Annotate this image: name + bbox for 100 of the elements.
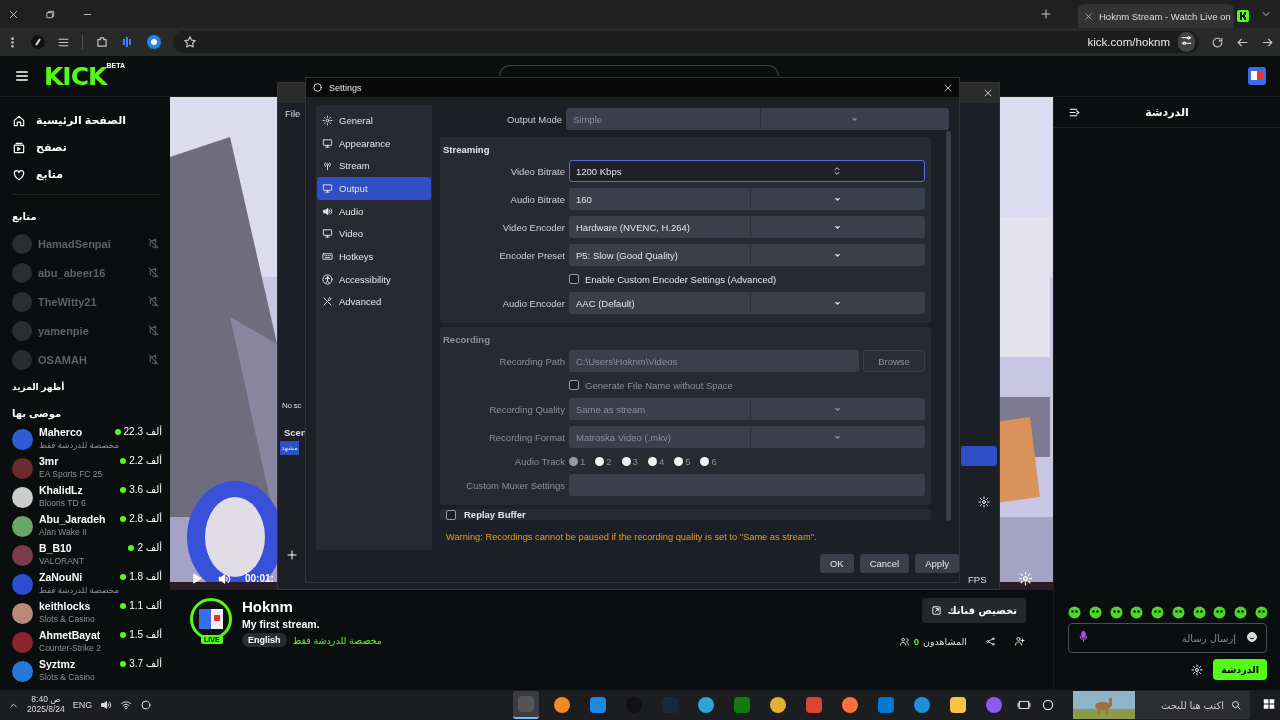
task-view-icon[interactable] xyxy=(1017,698,1032,712)
dropdown[interactable]: 160 xyxy=(569,188,925,210)
settings-nav-item[interactable]: Stream xyxy=(317,154,431,178)
cortana-icon[interactable] xyxy=(1041,698,1056,712)
settings-nav-item[interactable]: Hotkeys xyxy=(317,245,431,268)
track-label: 1 xyxy=(580,455,586,467)
channel-name[interactable]: Abu_Jaradeh xyxy=(39,513,115,526)
bookmark-star-icon[interactable] xyxy=(183,35,197,49)
language-indicator[interactable]: ENG xyxy=(72,700,93,710)
extensions-icon[interactable] xyxy=(95,35,109,49)
dialog-button[interactable]: Apply xyxy=(915,554,959,573)
close-icon[interactable] xyxy=(1084,11,1093,21)
customize-channel-button[interactable]: تخصيص قناتك xyxy=(921,598,1026,623)
channel-category: Counter-Strike 2 xyxy=(39,641,101,654)
settings-icon[interactable] xyxy=(1018,571,1033,586)
emote-icon[interactable] xyxy=(1068,606,1081,619)
new-tab-icon[interactable] xyxy=(1040,8,1052,20)
channel-category: Slots & Casino xyxy=(39,670,95,683)
circle-icon[interactable] xyxy=(140,699,153,711)
play-icon[interactable] xyxy=(190,572,203,585)
channel-name[interactable]: Syztmz xyxy=(39,658,115,671)
settings-icon[interactable] xyxy=(1191,663,1204,676)
wifi-icon[interactable] xyxy=(120,699,133,711)
emoji-icon[interactable] xyxy=(1246,631,1258,643)
microphone-icon[interactable] xyxy=(1077,630,1090,643)
settings-nav-item[interactable]: General xyxy=(317,109,431,132)
emote-icon[interactable] xyxy=(1151,606,1165,619)
channel-name[interactable]: B_B10 xyxy=(39,542,123,555)
settings-nav-item[interactable]: Advanced xyxy=(317,290,431,314)
viewer-count: 3.7 ألف xyxy=(129,658,162,669)
channel-name[interactable]: keithlocks xyxy=(39,600,115,613)
close-icon[interactable] xyxy=(983,88,993,98)
language-tag[interactable]: English xyxy=(242,633,287,647)
settings-nav-item[interactable]: Output xyxy=(317,177,431,200)
wrench-icon xyxy=(322,296,333,308)
stream-category[interactable]: مخصصة للدردشة فقط xyxy=(292,634,382,646)
emote-icon[interactable] xyxy=(1109,606,1123,619)
channel-name[interactable]: 3mr xyxy=(39,455,115,468)
reload-icon[interactable] xyxy=(1211,35,1224,49)
channel-name[interactable]: ZaNouNi xyxy=(39,571,115,584)
dropdown[interactable]: AAC (Default) xyxy=(569,292,925,314)
restore-icon[interactable] xyxy=(45,8,56,20)
follow-user-icon[interactable] xyxy=(1014,635,1026,647)
channel-name[interactable]: KhalidLz xyxy=(39,484,115,497)
volume-icon[interactable] xyxy=(100,699,113,711)
checkbox[interactable] xyxy=(569,274,579,284)
avatar-icon[interactable] xyxy=(1248,67,1266,85)
kick-logo[interactable]: KICK xyxy=(44,63,107,89)
field-label: Video Bitrate xyxy=(509,165,565,177)
number-field[interactable]: 1200 Kbps xyxy=(569,160,925,182)
volume-icon[interactable] xyxy=(217,571,231,586)
close-icon[interactable] xyxy=(8,8,19,20)
channel-name[interactable]: AhmetBayat xyxy=(39,629,115,642)
share-icon[interactable] xyxy=(985,635,996,647)
sidebar-nav-item[interactable]: متابع xyxy=(12,161,170,188)
section-title: Streaming xyxy=(443,143,490,155)
dialog-button[interactable]: Cancel xyxy=(859,554,910,573)
settings-nav-item[interactable]: Appearance xyxy=(317,131,431,155)
field-label: Recording Path xyxy=(498,355,565,367)
menu-item[interactable]: File xyxy=(285,108,301,119)
emote-icon[interactable] xyxy=(1213,606,1227,619)
extension-icon[interactable] xyxy=(147,35,161,49)
home-icon xyxy=(12,113,26,128)
dropdown[interactable]: Hardware (NVENC, H.264) xyxy=(569,216,925,238)
channel-category: Alan Wake II xyxy=(39,525,87,538)
windows-start-icon[interactable] xyxy=(1262,697,1276,711)
emote-icon[interactable] xyxy=(1130,606,1144,619)
section-title: Recording xyxy=(443,333,490,345)
dropdown[interactable]: P5: Slow (Good Quality) xyxy=(569,244,925,266)
site-settings-icon[interactable] xyxy=(1180,34,1193,47)
chat-input-field[interactable]: إرسال رسالة xyxy=(1068,623,1267,653)
extension-icon[interactable] xyxy=(31,35,45,49)
close-icon[interactable] xyxy=(943,82,953,93)
add-icon[interactable] xyxy=(286,549,298,561)
emote-icon[interactable] xyxy=(1088,606,1102,619)
emote-icon[interactable] xyxy=(1192,606,1206,619)
show-more-link[interactable]: أظهر المزيد xyxy=(12,382,65,392)
address-bar[interactable]: kick.com/hoknm xyxy=(1087,36,1170,48)
emote-icon[interactable] xyxy=(1171,606,1185,619)
emote-icon[interactable] xyxy=(1254,606,1268,619)
emote-icon[interactable] xyxy=(1234,606,1248,619)
speaker-icon xyxy=(322,205,333,217)
message-input[interactable]: إرسال رسالة xyxy=(1098,631,1238,645)
checkbox-label: Replay Buffer xyxy=(464,509,526,520)
checkbox[interactable] xyxy=(446,509,456,520)
checkbox-label: Generate File Name without Space xyxy=(585,379,733,391)
menu-icon[interactable] xyxy=(14,68,30,84)
viewers-icon xyxy=(898,635,910,647)
settings-nav-item[interactable]: Audio xyxy=(317,199,431,223)
taskbar-search-field[interactable]: اكتب هنا للبحث xyxy=(1073,691,1250,719)
settings-nav-item[interactable]: Video xyxy=(317,222,431,246)
channel-name[interactable]: Maherco xyxy=(39,426,109,439)
settings-nav-item[interactable]: Accessibility xyxy=(317,267,431,291)
dialog-button[interactable]: OK xyxy=(819,554,854,573)
settings-icon[interactable] xyxy=(978,496,990,508)
app-icon[interactable] xyxy=(513,691,540,719)
channel-category: EA Sports FC 25 xyxy=(39,467,103,480)
sidebar-nav-item[interactable]: تصفح xyxy=(12,134,170,161)
chat-send-button[interactable]: الدردشة xyxy=(1213,659,1267,680)
sidebar-nav-item[interactable]: الصفحة الرئيسية xyxy=(12,107,170,134)
